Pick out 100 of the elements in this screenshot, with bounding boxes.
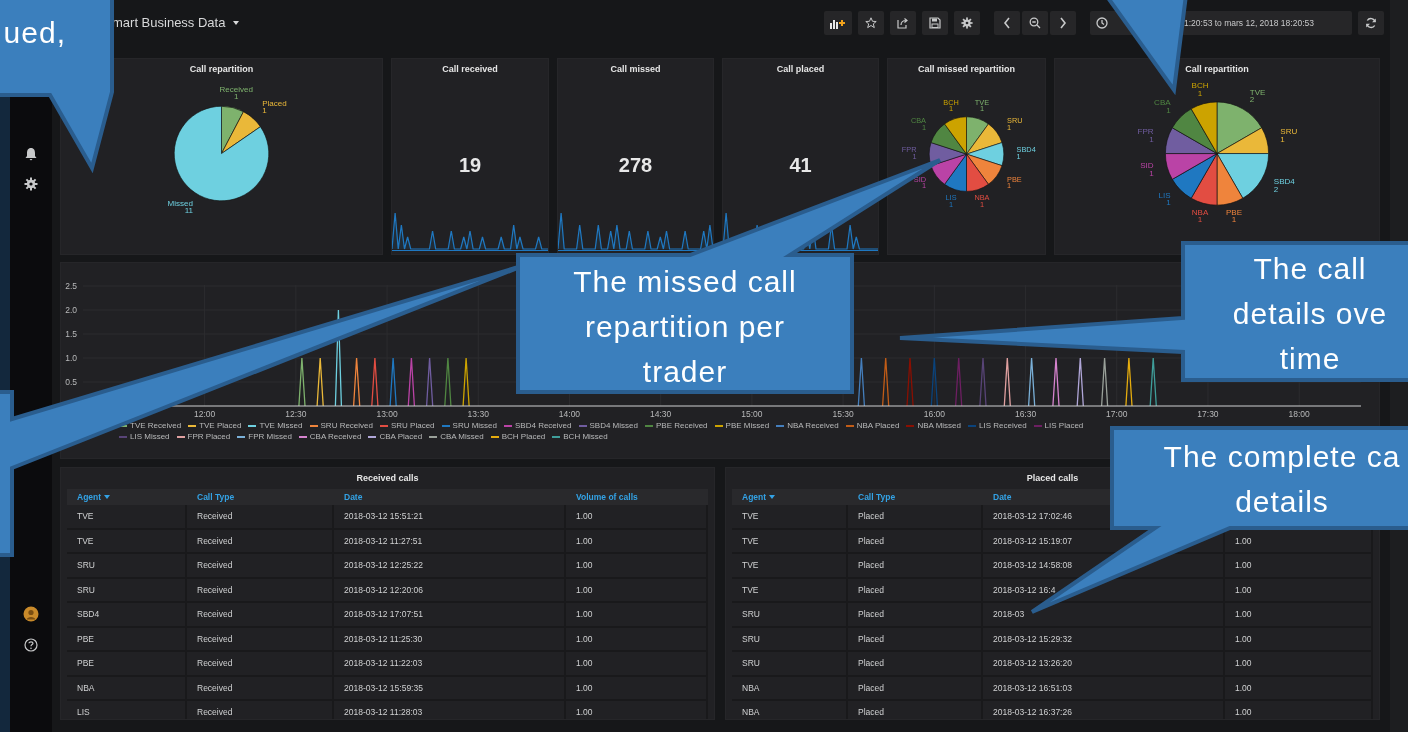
table-cell: NBA — [742, 682, 760, 693]
legend-item[interactable]: PBE Missed — [714, 421, 770, 430]
table-cell: Placed — [858, 560, 884, 571]
series-line — [407, 357, 416, 407]
legend-item[interactable]: CBA Missed — [429, 432, 484, 441]
x-axis-label: 14:00 — [558, 409, 581, 419]
legend-item[interactable]: SRU Placed — [380, 421, 435, 430]
series-line — [1100, 357, 1109, 407]
table-cell: Placed — [858, 707, 884, 718]
legend-item[interactable]: TVE Missed — [248, 421, 303, 430]
table-cell: 2018-03-12 16:51:03 — [993, 682, 1072, 693]
table-cell: 2018-03 — [993, 609, 1025, 620]
legend-item[interactable]: BCH Placed — [490, 432, 546, 441]
refresh-button[interactable] — [1358, 10, 1384, 35]
table-cell: 2018-03-12 16:4 — [993, 584, 1056, 595]
zoom-out-button[interactable] — [1022, 10, 1048, 35]
settings-icon[interactable] — [24, 177, 38, 191]
column-header[interactable]: Date — [993, 492, 1012, 502]
legend-item[interactable]: SBD4 Missed — [578, 421, 638, 430]
table-cell: 1.00 — [1235, 560, 1252, 571]
legend-item[interactable]: CBA Received — [298, 432, 362, 441]
y-axis-label: 2.0 — [65, 304, 77, 315]
table-cell: TVE — [77, 535, 94, 546]
series-line — [1125, 357, 1133, 407]
table-cell: 1.00 — [576, 609, 593, 620]
legend-item[interactable]: LIS Missed — [119, 432, 170, 441]
save-button[interactable] — [922, 10, 948, 35]
chevron-right-icon — [1059, 16, 1067, 29]
panel-title: Call placed — [776, 64, 825, 74]
series-line — [1052, 357, 1060, 407]
table-cell: Placed — [858, 658, 884, 669]
column-header[interactable]: Date — [344, 492, 363, 502]
legend-item[interactable]: FPR Placed — [176, 432, 231, 441]
table-cell: TVE — [742, 584, 759, 595]
legend-item[interactable]: SRU Missed — [441, 421, 497, 430]
legend-item[interactable]: LIS Received — [968, 421, 1027, 430]
legend-item[interactable]: CBA Placed — [368, 432, 423, 441]
legend-item[interactable]: BCH Missed — [552, 432, 608, 441]
search-icon — [1029, 16, 1041, 29]
table-cell: SRU — [742, 658, 760, 669]
table-cell: TVE — [742, 560, 759, 571]
stat-value: 41 — [789, 154, 812, 177]
table-cell: Received — [197, 535, 233, 546]
legend-item[interactable]: FPR Missed — [237, 432, 292, 441]
table-cell: 2018-03-12 11:27:51 — [344, 535, 423, 546]
table-cell: 1.00 — [1235, 682, 1252, 693]
gear-icon — [961, 16, 973, 29]
panel-title: Call received — [442, 64, 498, 74]
star-button[interactable] — [858, 10, 884, 35]
legend-item[interactable]: NBA Placed — [845, 421, 900, 430]
series-line — [1027, 357, 1036, 407]
x-axis-label: 16:00 — [923, 409, 945, 419]
table-cell: 1.00 — [1235, 609, 1252, 620]
table-cell: Placed — [858, 682, 884, 693]
table-cell: Received — [197, 609, 233, 620]
add-panel-button[interactable] — [824, 10, 852, 35]
legend-item[interactable]: NBA Missed — [906, 421, 961, 430]
legend-item[interactable]: SRU Received — [309, 421, 373, 430]
refresh-icon — [1365, 16, 1377, 29]
table-cell: 2018-03-12 15:29:32 — [993, 633, 1072, 644]
table-cell: NBA — [742, 707, 760, 718]
table-cell: SRU — [742, 633, 760, 644]
legend-item[interactable]: TVE Placed — [188, 421, 242, 430]
forward-button[interactable] — [1050, 10, 1076, 35]
column-header[interactable]: Volume of calls — [576, 492, 638, 502]
legend-item[interactable]: PBE Received — [644, 421, 708, 430]
table-cell: Received — [197, 633, 233, 644]
series-line — [930, 357, 939, 407]
x-axis-label: 12:00 — [194, 409, 216, 419]
x-axis-label: 15:00 — [741, 409, 763, 419]
series-line — [1076, 357, 1084, 407]
table-cell: TVE — [77, 511, 94, 522]
settings-button[interactable] — [954, 10, 980, 35]
stat-value: 278 — [618, 154, 653, 177]
legend-item[interactable]: SBD4 Received — [504, 421, 572, 430]
callout-text: The call details ove time — [1231, 251, 1389, 377]
column-header[interactable]: Call Type — [197, 492, 235, 502]
bell-icon[interactable] — [24, 147, 38, 161]
table-cell: 2018-03-12 14:58:08 — [993, 560, 1072, 571]
column-header[interactable]: Agent — [742, 492, 776, 502]
share-button[interactable] — [890, 10, 916, 35]
x-axis-label: 13:00 — [376, 409, 398, 419]
back-button[interactable] — [994, 10, 1020, 35]
column-header[interactable]: Agent — [77, 492, 111, 502]
avatar-icon[interactable] — [23, 606, 39, 622]
series-line — [371, 357, 379, 407]
table-cell: 2018-03-12 16:37:26 — [993, 707, 1072, 718]
series-line — [1003, 357, 1011, 407]
column-header[interactable]: Call Type — [858, 492, 896, 502]
series-line — [316, 357, 324, 407]
x-axis-label: 18:00 — [1288, 409, 1310, 419]
table-cell: SBD4 — [77, 609, 100, 620]
sort-caret-icon — [104, 495, 111, 499]
x-axis-label: 16:30 — [1014, 409, 1037, 419]
x-axis-label: 17:00 — [1106, 409, 1128, 419]
legend-item[interactable]: LIS Placed — [1033, 421, 1084, 430]
legend-item[interactable]: NBA Received — [776, 421, 839, 430]
help-icon[interactable] — [24, 638, 38, 652]
star-icon — [865, 16, 877, 29]
table-cell: 1.00 — [576, 511, 593, 522]
